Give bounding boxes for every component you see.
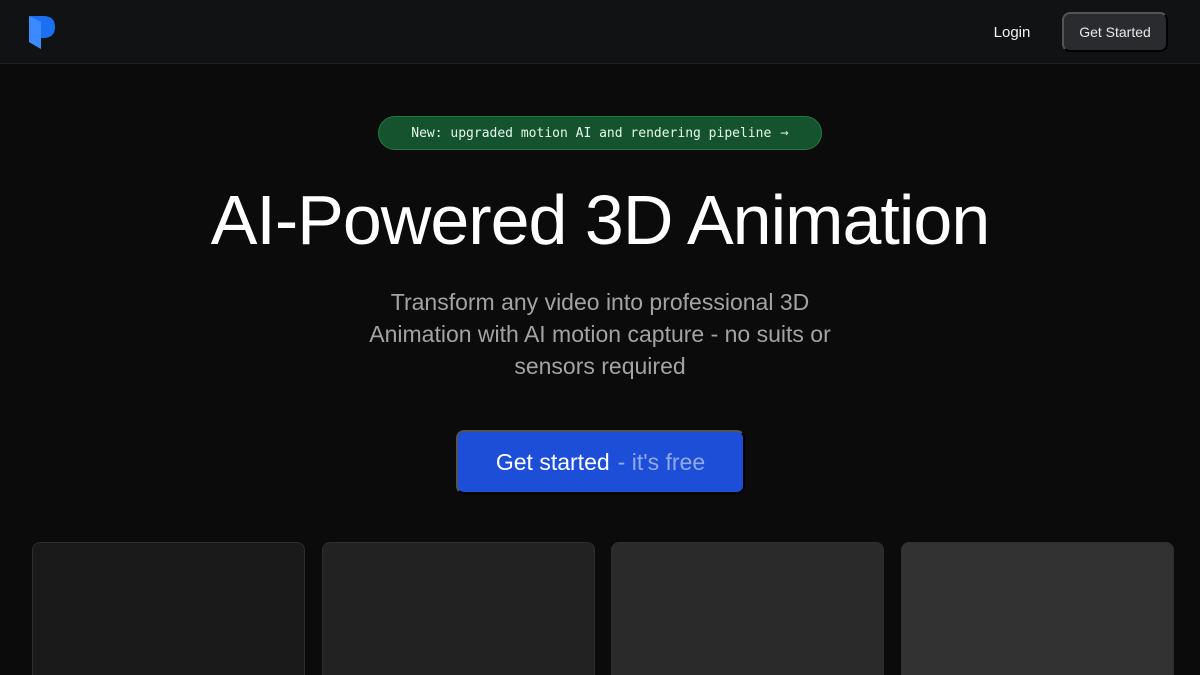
cta-primary-label: Get started: [495, 448, 610, 475]
announcement-text: New: upgraded motion AI and rendering pi…: [411, 125, 772, 141]
announcement-pill[interactable]: New: upgraded motion AI and rendering pi…: [378, 116, 822, 150]
get-started-nav-button[interactable]: Get Started: [1062, 12, 1168, 52]
preview-card: [611, 542, 884, 675]
login-link[interactable]: Login: [980, 12, 1044, 52]
cta-secondary-label: - it's free: [617, 448, 706, 475]
preview-card: [322, 542, 595, 675]
preview-cards: [0, 542, 1200, 675]
top-navbar: Login Get Started: [0, 0, 1200, 64]
preview-card: [32, 542, 305, 675]
preview-card: [901, 542, 1174, 675]
hero-subtitle: Transform any video into professional 3D…: [369, 289, 831, 379]
get-started-hero-button[interactable]: Get started - it's free: [456, 430, 745, 494]
hero-title: AI-Powered 3D Animation: [210, 181, 991, 259]
brand-logo-icon[interactable]: [28, 14, 56, 50]
arrow-right-icon: →: [780, 125, 789, 141]
